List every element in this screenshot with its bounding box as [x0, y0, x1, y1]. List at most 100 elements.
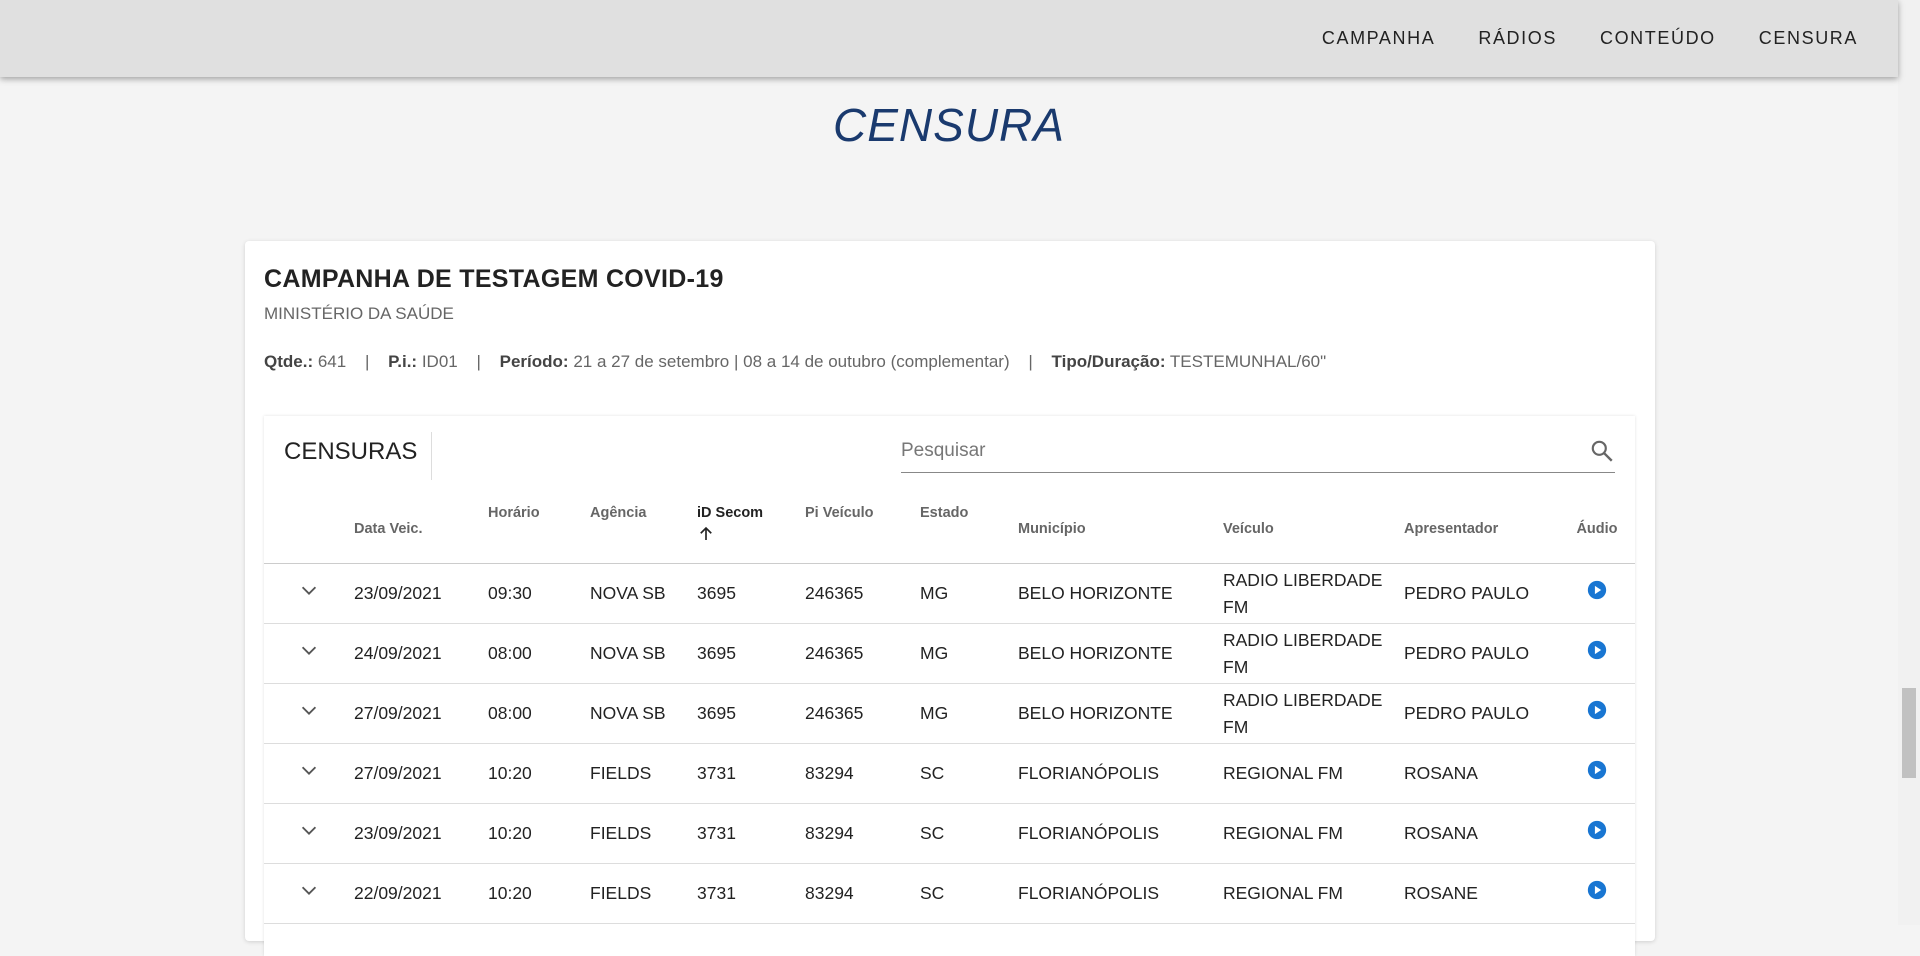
table-row[interactable]: 23/09/2021 09:30 NOVA SB 3695 246365 MG BELO H… [264, 563, 1635, 624]
cell-id-secom: 3695 [697, 683, 805, 744]
table-row[interactable]: 27/09/2021 10:20 FIELDS 3731 83294 SC FLORIANÓ… [264, 743, 1635, 804]
cell-agencia: FIELDS [590, 863, 697, 924]
page-scrollbar[interactable] [1898, 0, 1920, 925]
cell-agencia: NOVA SB [590, 563, 697, 624]
cell-municipio: BELO HORIZONTE [1018, 623, 1223, 684]
cell-pi-veiculo: 246365 [805, 563, 920, 624]
campaign-card: CAMPANHA DE TESTAGEM COVID-19 MINISTÉRIO… [245, 241, 1655, 956]
cell-estado: SC [920, 743, 1018, 804]
cell-id-secom: 3731 [697, 803, 805, 864]
expand-cell [264, 863, 354, 924]
audio-cell [1559, 623, 1635, 684]
table-row[interactable]: 22/09/2021 10:20 FIELDS 3731 83294 SC FLORIANÓ… [264, 863, 1635, 924]
cell-municipio: BELO HORIZONTE [1018, 563, 1223, 624]
cell-municipio: FLORIANÓPOLIS [1018, 863, 1223, 924]
cell-veiculo: REGIONAL FM [1223, 863, 1404, 924]
campaign-subtitle: MINISTÉRIO DA SAÚDE [264, 304, 454, 323]
header-id-secom[interactable]: iD Secom [697, 495, 805, 564]
header-pi-veiculo[interactable]: Pi Veículo [805, 495, 920, 564]
cell-pi-veiculo: 246365 [805, 683, 920, 744]
play-circle-icon[interactable] [1587, 640, 1607, 660]
nav-campanha[interactable]: CAMPANHA [1322, 28, 1435, 49]
cell-id-secom: 3695 [697, 563, 805, 624]
campaign-title: CAMPANHA DE TESTAGEM COVID-19 [264, 265, 724, 293]
audio-cell [1559, 863, 1635, 924]
play-circle-icon[interactable] [1587, 820, 1607, 840]
play-circle-icon[interactable] [1587, 760, 1607, 780]
top-navbar: CAMPANHA RÁDIOS CONTEÚDO CENSURA [0, 0, 1898, 77]
audio-cell [1559, 743, 1635, 804]
header-id-secom-label: iD Secom [697, 505, 764, 521]
cell-data-veic: 27/09/2021 [354, 683, 488, 744]
cell-veiculo: REGIONAL FM [1223, 803, 1404, 864]
search-input[interactable] [901, 436, 1551, 466]
expand-cell [264, 623, 354, 684]
header-veiculo[interactable]: Veículo [1223, 495, 1404, 564]
cell-veiculo: RADIO LIBERDADE FM [1223, 563, 1404, 624]
play-circle-icon[interactable] [1587, 580, 1607, 600]
cell-estado: SC [920, 863, 1018, 924]
table-row[interactable]: 24/09/2021 08:00 NOVA SB 3695 246365 MG BELO H… [264, 623, 1635, 684]
cell-horario: 09:30 [488, 563, 590, 624]
header-data-veic[interactable]: Data Veic. [354, 495, 488, 564]
table-row[interactable]: 23/09/2021 10:20 FIELDS 3731 83294 SC FLORIANÓ… [264, 803, 1635, 864]
arrow-up-icon[interactable] [697, 525, 715, 543]
tipo-value: TESTEMUNHAL/60" [1169, 352, 1327, 371]
periodo-label: Período: [499, 352, 569, 371]
chevron-down-icon[interactable] [298, 819, 320, 841]
cell-estado: MG [920, 683, 1018, 744]
header-horario[interactable]: Horário [488, 495, 590, 564]
cell-municipio: BELO HORIZONTE [1018, 683, 1223, 744]
cell-apresentador: PEDRO PAULO [1404, 563, 1559, 624]
header-agencia[interactable]: Agência [590, 495, 697, 564]
cell-municipio: FLORIANÓPOLIS [1018, 803, 1223, 864]
cell-veiculo: RADIO LIBERDADE FM [1223, 623, 1404, 684]
table-header-row: Data Veic. Horário Agência iD Secom Pi V… [264, 495, 1635, 564]
nav-conteudo[interactable]: CONTEÚDO [1600, 28, 1716, 49]
cell-horario: 10:20 [488, 863, 590, 924]
cell-apresentador: ROSANA [1404, 743, 1559, 804]
header-municipio[interactable]: Município [1018, 495, 1223, 564]
cell-veiculo: RADIO LIBERDADE FM [1223, 683, 1404, 744]
audio-cell [1559, 683, 1635, 744]
nav-censura[interactable]: CENSURA [1759, 28, 1858, 49]
campaign-meta: Qtde.: 641 | P.i.: ID01 | Período: 21 a … [264, 352, 1326, 372]
chevron-down-icon[interactable] [298, 879, 320, 901]
play-circle-icon[interactable] [1587, 700, 1607, 720]
header-apresentador[interactable]: Apresentador [1404, 495, 1559, 564]
expand-cell [264, 803, 354, 864]
censuras-panel: CENSURAS Data Veic. Horário Agência iD S… [264, 416, 1635, 956]
cell-data-veic: 27/09/2021 [354, 743, 488, 804]
cell-municipio: FLORIANÓPOLIS [1018, 743, 1223, 804]
cell-estado: MG [920, 563, 1018, 624]
table-row[interactable]: 27/09/2021 08:00 NOVA SB 3695 246365 MG BELO H… [264, 683, 1635, 744]
play-circle-icon[interactable] [1587, 880, 1607, 900]
header-estado[interactable]: Estado [920, 495, 1018, 564]
cell-data-veic: 23/09/2021 [354, 803, 488, 864]
nav-radios[interactable]: RÁDIOS [1478, 28, 1557, 49]
expand-header [264, 495, 354, 564]
chevron-down-icon[interactable] [298, 579, 320, 601]
expand-cell [264, 743, 354, 804]
cell-apresentador: PEDRO PAULO [1404, 683, 1559, 744]
panel-divider [431, 432, 432, 480]
qtde-label: Qtde.: [264, 352, 314, 371]
chevron-down-icon[interactable] [298, 639, 320, 661]
cell-estado: MG [920, 623, 1018, 684]
chevron-down-icon[interactable] [298, 699, 320, 721]
cell-pi-veiculo: 83294 [805, 863, 920, 924]
audio-cell [1559, 563, 1635, 624]
chevron-down-icon[interactable] [298, 759, 320, 781]
censuras-table: Data Veic. Horário Agência iD Secom Pi V… [264, 495, 1635, 924]
qtde-value: 641 [317, 352, 347, 371]
cell-pi-veiculo: 83294 [805, 743, 920, 804]
search-icon[interactable] [1589, 438, 1615, 464]
cell-pi-veiculo: 246365 [805, 623, 920, 684]
expand-cell [264, 563, 354, 624]
cell-data-veic: 23/09/2021 [354, 563, 488, 624]
cell-veiculo: REGIONAL FM [1223, 743, 1404, 804]
header-audio[interactable]: Áudio [1559, 495, 1635, 564]
scrollbar-thumb[interactable] [1902, 688, 1916, 778]
cell-horario: 10:20 [488, 743, 590, 804]
cell-horario: 08:00 [488, 623, 590, 684]
